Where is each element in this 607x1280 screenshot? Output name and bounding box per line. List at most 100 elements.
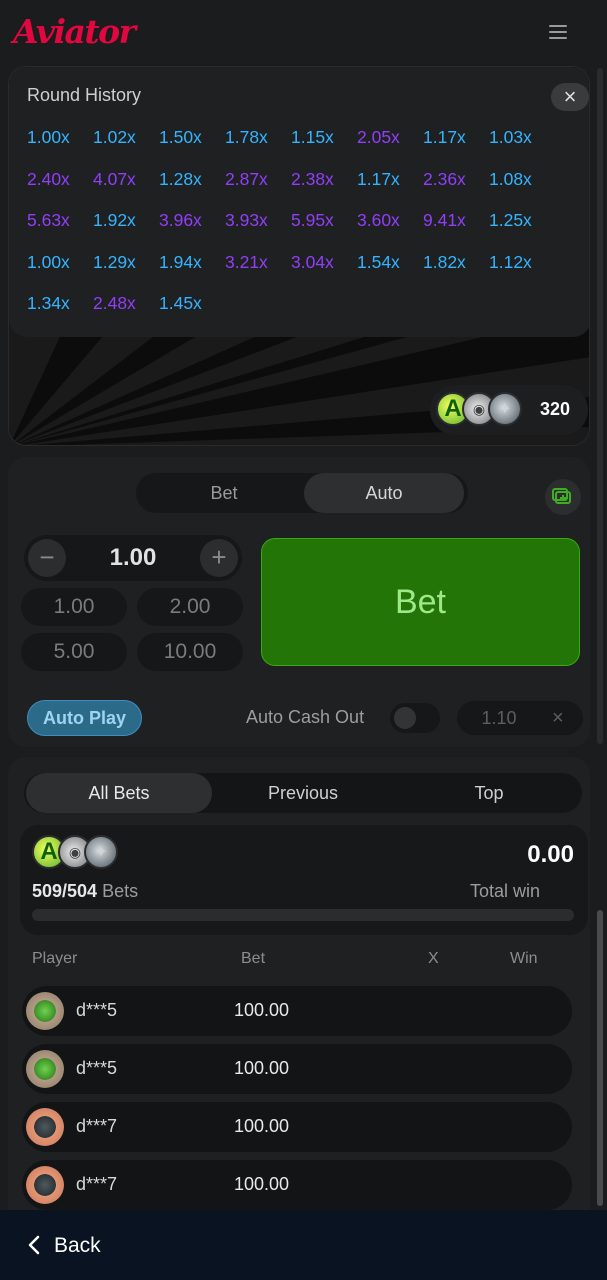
multiplier-value[interactable]: 1.12x bbox=[487, 252, 553, 294]
multiplier-value[interactable]: 1.78x bbox=[223, 127, 289, 169]
scrollbar-track[interactable] bbox=[597, 68, 603, 744]
quick-amount-button[interactable]: 2.00 bbox=[137, 588, 243, 626]
total-win-label: Total win bbox=[469, 881, 540, 901]
bets-list-panel: All Bets Previous Top A ◉ ✦ 509/504 Bets… bbox=[8, 757, 590, 1217]
player-avatars: A ◉ ✦ bbox=[436, 392, 522, 426]
close-icon[interactable]: × bbox=[551, 83, 589, 111]
multiplier-value[interactable]: 5.95x bbox=[289, 210, 355, 252]
table-row: d***5 100.00 bbox=[22, 1044, 572, 1094]
auto-play-button[interactable]: Auto Play bbox=[27, 700, 142, 736]
bets-progress-bar bbox=[32, 909, 574, 921]
multiplier-value[interactable]: 1.00x bbox=[25, 127, 91, 169]
multiplier-value[interactable]: 1.00x bbox=[25, 252, 91, 294]
tab-previous[interactable]: Previous bbox=[210, 773, 396, 813]
multiplier-value[interactable]: 1.54x bbox=[355, 252, 421, 294]
bet-amount: 100.00 bbox=[234, 1116, 290, 1136]
multiplier-value[interactable]: 4.07x bbox=[91, 169, 157, 211]
tab-all-bets[interactable]: All Bets bbox=[26, 773, 212, 813]
multiplier-value[interactable]: 1.50x bbox=[157, 127, 223, 169]
multiplier-value[interactable]: 1.45x bbox=[157, 293, 223, 335]
tab-top[interactable]: Top bbox=[396, 773, 582, 813]
scrollbar-thumb[interactable] bbox=[597, 910, 603, 1206]
quick-amount-button[interactable]: 5.00 bbox=[21, 633, 127, 671]
player-avatars: A ◉ ✦ bbox=[32, 835, 118, 869]
round-history-row: 1.00x 1.29x 1.94x 3.21x 3.04x 1.54x 1.82x 1.12x bbox=[25, 252, 585, 294]
hamburger-menu-icon[interactable] bbox=[549, 25, 567, 39]
column-x: X bbox=[428, 950, 439, 967]
online-count: 320 bbox=[540, 399, 571, 419]
table-row: d***7 100.00 bbox=[22, 1160, 572, 1210]
aviator-logo: Aviator bbox=[13, 12, 136, 51]
multiplier-value[interactable]: 2.36x bbox=[421, 169, 487, 211]
tab-bet[interactable]: Bet bbox=[144, 473, 304, 513]
multiplier-value[interactable]: 3.60x bbox=[355, 210, 421, 252]
round-history-row: 2.40x 4.07x 1.28x 2.87x 2.38x 1.17x 2.36x 1.08x bbox=[25, 169, 585, 211]
bet-mode-switcher: Bet Auto bbox=[136, 473, 468, 513]
bet-amount: 100.00 bbox=[234, 1058, 290, 1078]
avatar: ✦ bbox=[488, 392, 522, 426]
multiplier-value[interactable]: 1.29x bbox=[91, 252, 157, 294]
multiplier-value[interactable]: 1.34x bbox=[25, 293, 91, 335]
tab-auto[interactable]: Auto bbox=[304, 473, 464, 513]
player-name: d***5 bbox=[76, 1000, 118, 1020]
table-row: d***5 100.00 bbox=[22, 986, 572, 1036]
round-history-panel: Round History × 1.00x 1.02x 1.50x 1.78x 1.15… bbox=[9, 67, 589, 337]
multiplier-value[interactable]: 2.40x bbox=[25, 169, 91, 211]
multiplier-value[interactable]: 1.03x bbox=[487, 127, 553, 169]
game-area: Round History × 1.00x 1.02x 1.50x 1.78x 1.15… bbox=[8, 66, 590, 446]
multiplier-value[interactable]: 3.04x bbox=[289, 252, 355, 294]
multiplier-value[interactable]: 1.17x bbox=[355, 169, 421, 211]
decrease-button[interactable]: − bbox=[28, 539, 66, 577]
online-players-pill: A ◉ ✦ 320 bbox=[430, 385, 588, 435]
multiplier-value[interactable]: 1.08x bbox=[487, 169, 553, 211]
quick-amount-button[interactable]: 10.00 bbox=[137, 633, 243, 671]
multiplier-value[interactable]: 2.05x bbox=[355, 127, 421, 169]
multiplier-value[interactable]: 1.28x bbox=[157, 169, 223, 211]
bet-button[interactable]: Bet bbox=[261, 538, 580, 666]
multiplier-value[interactable]: 1.25x bbox=[487, 210, 553, 252]
multiplier-value[interactable]: 3.93x bbox=[223, 210, 289, 252]
table-row: d***7 100.00 bbox=[22, 1102, 572, 1152]
auto-cash-out-input[interactable]: 1.10 × bbox=[457, 701, 583, 735]
auto-cash-out-toggle[interactable] bbox=[390, 703, 440, 733]
increase-button[interactable]: + bbox=[200, 539, 238, 577]
player-avatar bbox=[26, 1108, 64, 1146]
round-history-row: 5.63x 1.92x 3.96x 3.93x 5.95x 3.60x 9.41x 1.25x bbox=[25, 210, 585, 252]
multiplier-value[interactable]: 1.15x bbox=[289, 127, 355, 169]
multiplier-value[interactable]: 2.48x bbox=[91, 293, 157, 335]
multiplier-value[interactable]: 1.92x bbox=[91, 210, 157, 252]
multiplier-value[interactable]: 9.41x bbox=[421, 210, 487, 252]
multiplier-value[interactable]: 1.82x bbox=[421, 252, 487, 294]
multiplier-value[interactable]: 1.02x bbox=[91, 127, 157, 169]
bet-amount-value[interactable]: 1.00 bbox=[74, 535, 192, 581]
multiplier-value[interactable]: 5.63x bbox=[25, 210, 91, 252]
multiplier-value[interactable]: 1.94x bbox=[157, 252, 223, 294]
round-history-row: 1.34x 2.48x 1.45x bbox=[25, 293, 585, 335]
bet-amount: 100.00 bbox=[234, 1174, 290, 1194]
chevron-left-icon[interactable] bbox=[24, 1234, 46, 1256]
clear-icon[interactable]: × bbox=[552, 701, 564, 735]
player-avatar bbox=[26, 992, 64, 1030]
back-button[interactable]: Back bbox=[54, 1234, 101, 1258]
multiplier-value[interactable]: 2.38x bbox=[289, 169, 355, 211]
multiplier-value[interactable]: 1.17x bbox=[421, 127, 487, 169]
footer-bar: Back bbox=[0, 1210, 607, 1280]
add-bet-panel-button[interactable] bbox=[545, 479, 581, 515]
app-header: Aviator bbox=[0, 0, 607, 64]
player-avatar bbox=[26, 1050, 64, 1088]
multiplier-value[interactable]: 3.21x bbox=[223, 252, 289, 294]
column-bet: Bet bbox=[241, 950, 266, 967]
bets-count-label: Bets bbox=[102, 881, 139, 901]
bet-amount: 100.00 bbox=[234, 1000, 290, 1020]
multiplier-value[interactable]: 3.96x bbox=[157, 210, 223, 252]
round-history-grid: 1.00x 1.02x 1.50x 1.78x 1.15x 2.05x 1.17x 1.03x… bbox=[25, 127, 585, 335]
player-name: d***7 bbox=[76, 1116, 118, 1136]
bets-tabs: All Bets Previous Top bbox=[24, 773, 582, 813]
column-player: Player bbox=[32, 950, 78, 967]
quick-amount-button[interactable]: 1.00 bbox=[21, 588, 127, 626]
bets-summary: A ◉ ✦ 509/504 Bets 0.00 Total win bbox=[20, 825, 588, 935]
auto-cash-out-label: Auto Cash Out bbox=[246, 707, 365, 727]
multiplier-value[interactable]: 2.87x bbox=[223, 169, 289, 211]
player-name: d***5 bbox=[76, 1058, 118, 1078]
player-name: d***7 bbox=[76, 1174, 118, 1194]
